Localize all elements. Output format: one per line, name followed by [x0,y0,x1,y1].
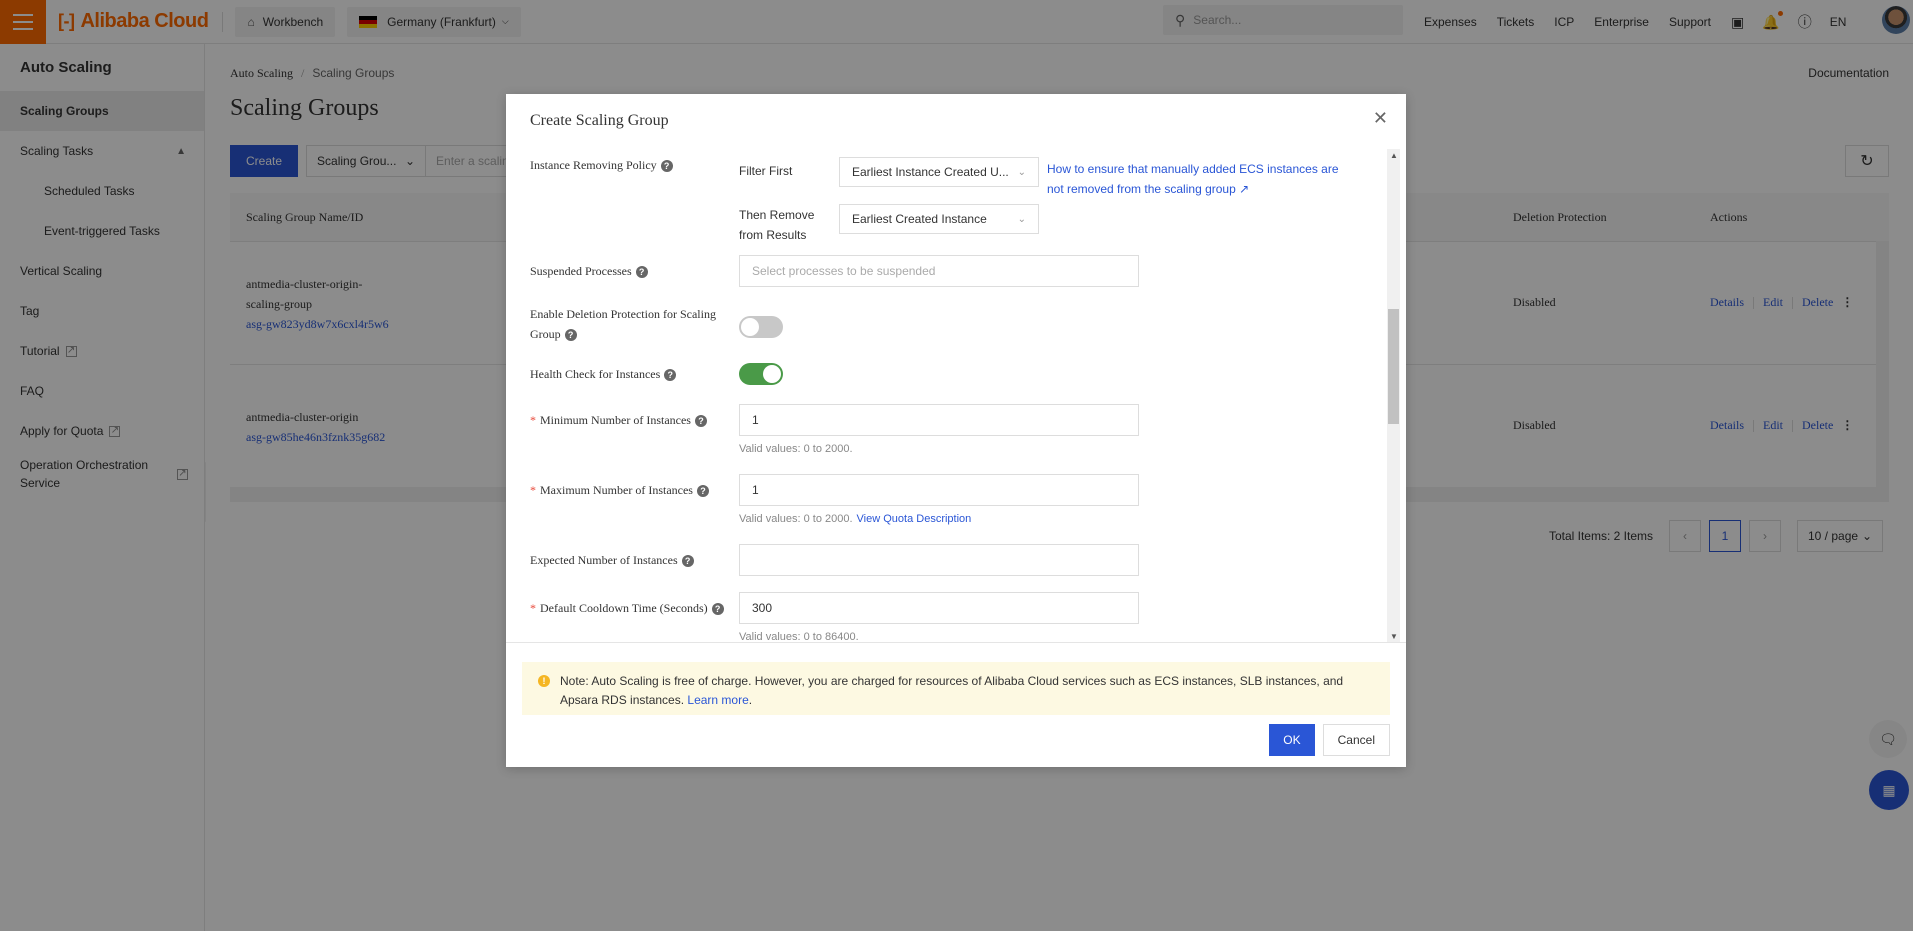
then-remove-label: Then Remove from Results [739,208,815,242]
external-link-icon: ↗ [1239,182,1250,196]
chevron-down-icon: ⌄ [1017,166,1026,178]
cooldown-hint: Valid values: 0 to 86400. [739,631,859,643]
help-icon[interactable]: ? [635,266,648,279]
dialog-title: Create Scaling Group [530,112,669,129]
help-icon[interactable]: ? [711,603,724,616]
expected-instances-label: Expected Number of Instances? [530,550,694,570]
cooldown-input[interactable]: 300 [739,592,1139,624]
dialog-scrollbar[interactable]: ▲ ▼ [1387,149,1400,642]
max-instances-input[interactable]: 1 [739,474,1139,506]
suspended-processes-select[interactable]: Select processes to be suspended [739,255,1139,287]
ok-button[interactable]: OK [1269,724,1315,756]
help-icon[interactable]: ? [681,555,694,568]
help-icon[interactable]: ? [696,485,709,498]
max-instances-hint: Valid values: 0 to 2000. [739,513,853,525]
then-remove-select[interactable]: Earliest Created Instance ⌄ [839,204,1039,234]
min-instances-hint: Valid values: 0 to 2000. [739,443,853,455]
chevron-down-icon: ⌄ [1017,213,1026,225]
close-icon[interactable]: ✕ [1373,108,1388,129]
help-icon[interactable]: ? [660,160,673,173]
scroll-down-icon[interactable]: ▼ [1390,632,1398,641]
help-icon[interactable]: ? [694,415,707,428]
dialog-body: Instance Removing Policy? Filter First E… [506,149,1406,643]
min-instances-input[interactable]: 1 [739,404,1139,436]
cancel-button[interactable]: Cancel [1322,724,1390,756]
help-icon[interactable]: ? [664,369,677,382]
health-check-toggle[interactable] [739,363,783,385]
learn-more-link[interactable]: Learn more [687,693,748,707]
pricing-notice: ! Note: Auto Scaling is free of charge. … [522,662,1390,715]
warning-icon: ! [538,675,550,687]
suspended-processes-label: Suspended Processes? [530,261,648,281]
deletion-protection-toggle[interactable] [739,316,783,338]
health-check-label: Health Check for Instances? [530,364,677,384]
cooldown-label: * Default Cooldown Time (Seconds)? [530,598,724,618]
scrollbar-thumb[interactable] [1388,309,1399,424]
filter-first-label: Filter First [739,164,793,178]
create-scaling-group-dialog: Create Scaling Group ✕ Instance Removing… [506,94,1406,767]
instance-removing-policy-label: Instance Removing Policy? [530,155,673,175]
manual-instances-help-link[interactable]: How to ensure that manually added ECS in… [1047,159,1357,199]
help-icon[interactable]: ? [564,329,577,342]
deletion-protection-label: Enable Deletion Protection for Scaling G… [530,307,716,342]
view-quota-description-link[interactable]: View Quota Description [857,513,972,525]
min-instances-label: * Minimum Number of Instances? [530,410,707,430]
scroll-up-icon[interactable]: ▲ [1390,151,1398,160]
filter-first-select[interactable]: Earliest Instance Created U... ⌄ [839,157,1039,187]
max-instances-label: * Maximum Number of Instances? [530,480,709,500]
expected-instances-input[interactable] [739,544,1139,576]
